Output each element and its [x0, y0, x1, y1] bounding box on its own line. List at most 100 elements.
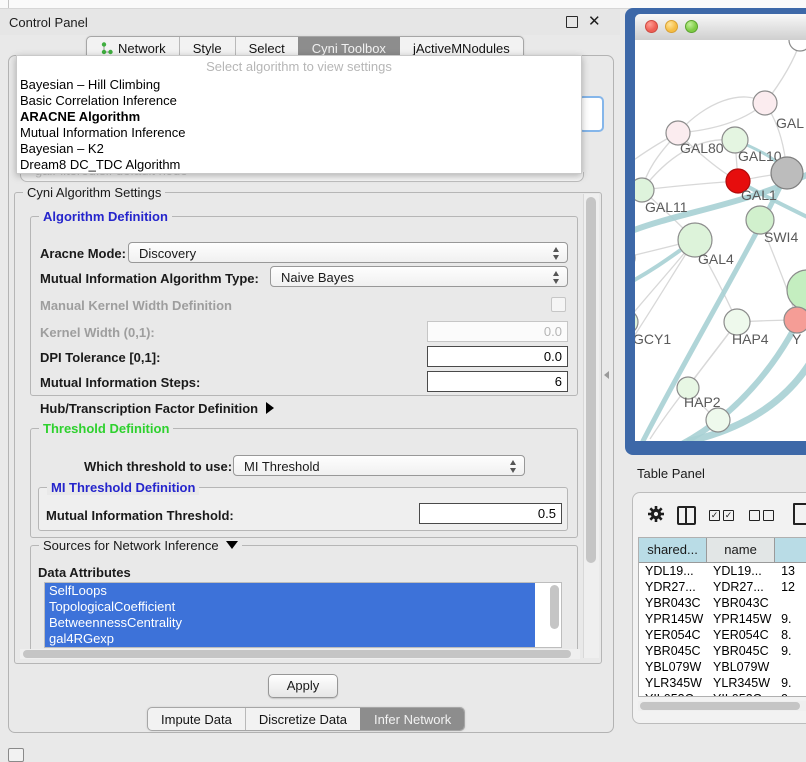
data-attribute-item[interactable]: TopologicalCoefficient	[45, 599, 535, 615]
network-node-label: GAL	[776, 115, 804, 131]
data-attribute-item[interactable]: BetweennessCentrality	[45, 615, 535, 631]
network-node[interactable]	[784, 307, 806, 333]
algorithm-dropdown-placeholder: Select algorithm to view settings	[17, 56, 581, 77]
close-panel-icon[interactable]: ✕	[588, 12, 601, 30]
gear-icon[interactable]	[647, 505, 665, 523]
table-row[interactable]: YER054CYER054C8.	[639, 627, 806, 643]
table-column-header[interactable]: shared...	[639, 538, 707, 562]
network-node[interactable]	[787, 270, 806, 310]
aracne-mode-label: Aracne Mode:	[40, 246, 126, 261]
table-row[interactable]: YDL19...YDL19...13	[639, 563, 806, 579]
table-cell: 9.	[775, 611, 806, 627]
float-panel-icon[interactable]	[566, 16, 578, 28]
sources-group-title[interactable]: Sources for Network Inference	[39, 538, 242, 553]
collapsed-panel-icon[interactable]	[8, 748, 24, 762]
network-graph: GALGAL80GAL10GAL1GAL11SWI4GAL4GCY1HAP4YH…	[635, 40, 806, 441]
hub-definition-toggle[interactable]: Hub/Transcription Factor Definition	[40, 401, 274, 416]
table-row[interactable]: YLR345WYLR345W9.	[639, 675, 806, 691]
tab-label: Discretize Data	[259, 712, 347, 727]
mi-steps-field[interactable]	[427, 371, 568, 392]
table-row[interactable]: YBR045CYBR045C9.	[639, 643, 806, 659]
which-threshold-value: MI Threshold	[244, 459, 320, 474]
table-cell: YPR145W	[707, 611, 775, 627]
table-row[interactable]: YPR145WYPR145W9.	[639, 611, 806, 627]
algorithm-option[interactable]: Bayesian – Hill Climbing	[17, 77, 581, 93]
network-node-label: GAL1	[741, 187, 777, 203]
table-cell: YDR27...	[639, 579, 707, 595]
algorithm-option[interactable]: Bayesian – K2	[17, 141, 581, 157]
kernel-width-field[interactable]	[427, 321, 568, 342]
settings-scrollbar-track[interactable]	[583, 194, 599, 658]
bottom-tab-discretize-data[interactable]: Discretize Data	[245, 708, 360, 730]
mi-type-combobox[interactable]: Naive Bayes	[270, 266, 568, 287]
table-cell	[775, 595, 806, 611]
columns-icon[interactable]	[677, 506, 696, 525]
manual-kernel-checkbox[interactable]	[551, 297, 566, 312]
network-edge	[678, 103, 765, 133]
table-panel-title: Table Panel	[637, 466, 705, 481]
table-cell: 9.	[775, 675, 806, 691]
table-cell: YLR345W	[707, 675, 775, 691]
close-window-icon[interactable]	[645, 20, 658, 33]
attribute-list-scrollbar-thumb[interactable]	[550, 585, 559, 629]
network-canvas[interactable]: GALGAL80GAL10GAL1GAL11SWI4GAL4GCY1HAP4YH…	[635, 40, 806, 441]
network-node[interactable]	[753, 91, 777, 115]
network-edge	[642, 181, 738, 190]
table-cell: YDR27...	[707, 579, 775, 595]
data-attribute-item[interactable]: gal4RGexp	[45, 631, 535, 647]
network-node-label: SWI4	[764, 229, 798, 245]
control-panel-title: Control Panel	[9, 15, 88, 30]
algorithm-option[interactable]: Mutual Information Inference	[17, 125, 581, 141]
data-attribute-item[interactable]: SelfLoops	[45, 583, 535, 599]
table-cell: 12	[775, 579, 806, 595]
table-cell: 13	[775, 563, 806, 579]
network-icon	[100, 42, 113, 55]
table-hscrollbar-thumb[interactable]	[640, 702, 800, 710]
table-cell: YER054C	[639, 627, 707, 643]
network-node[interactable]	[771, 157, 803, 189]
which-threshold-combobox[interactable]: MI Threshold	[233, 455, 525, 476]
export-table-icon[interactable]	[793, 503, 806, 525]
zoom-window-icon[interactable]	[685, 20, 698, 33]
table-cell: YBR043C	[639, 595, 707, 611]
kernel-width-label: Kernel Width (0,1):	[40, 325, 155, 340]
cyni-algorithm-settings-title: Cyni Algorithm Settings	[23, 185, 165, 200]
table-cell: 9.	[775, 643, 806, 659]
network-node-label: GAL11	[645, 199, 688, 215]
mi-threshold-field[interactable]	[419, 503, 562, 524]
threshold-definition-title: Threshold Definition	[39, 421, 173, 436]
table-row[interactable]: YIL052CYIL052C9	[639, 691, 806, 697]
network-node-label: GAL80	[680, 140, 724, 156]
table-header-row: shared...name	[639, 538, 806, 563]
table-column-header[interactable]	[775, 538, 806, 562]
deselect-all-checks-icon[interactable]	[749, 510, 774, 521]
network-node-label: Y	[792, 331, 802, 347]
table-row[interactable]: YDR27...YDR27...12	[639, 579, 806, 595]
bottom-tab-impute-data[interactable]: Impute Data	[148, 708, 245, 730]
mi-type-value: Naive Bayes	[281, 270, 354, 285]
bottom-tab-infer-network[interactable]: Infer Network	[360, 708, 464, 730]
table-column-header[interactable]: name	[707, 538, 775, 562]
split-handle-icon[interactable]	[604, 371, 609, 379]
minimize-window-icon[interactable]	[665, 20, 678, 33]
algorithm-option[interactable]: ARACNE Algorithm	[17, 109, 581, 125]
mi-type-label: Mutual Information Algorithm Type:	[40, 271, 259, 286]
aracne-mode-combobox[interactable]: Discovery	[128, 242, 568, 263]
attribute-list-scrollbar-track[interactable]	[548, 583, 561, 647]
settings-scrollbar-thumb[interactable]	[586, 197, 596, 563]
network-node[interactable]	[706, 408, 730, 432]
select-all-checks-icon[interactable]: ✓✓	[709, 510, 734, 521]
network-node[interactable]	[789, 40, 806, 51]
table-cell: YBR045C	[707, 643, 775, 659]
algorithm-option[interactable]: Basic Correlation Inference	[17, 93, 581, 109]
apply-button[interactable]: Apply	[268, 674, 338, 698]
settings-hscrollbar-track[interactable]	[20, 649, 580, 659]
algorithm-option[interactable]: Dream8 DC_TDC Algorithm	[17, 157, 581, 173]
table-row[interactable]: YBR043CYBR043C	[639, 595, 806, 611]
settings-hscrollbar-thumb[interactable]	[23, 650, 571, 658]
table-row[interactable]: YBL079WYBL079W	[639, 659, 806, 675]
dpi-tolerance-field[interactable]	[427, 346, 568, 367]
mi-threshold-group-title: MI Threshold Definition	[47, 480, 199, 495]
table-hscrollbar-track[interactable]	[638, 701, 806, 711]
network-window-titlebar[interactable]	[635, 14, 806, 41]
